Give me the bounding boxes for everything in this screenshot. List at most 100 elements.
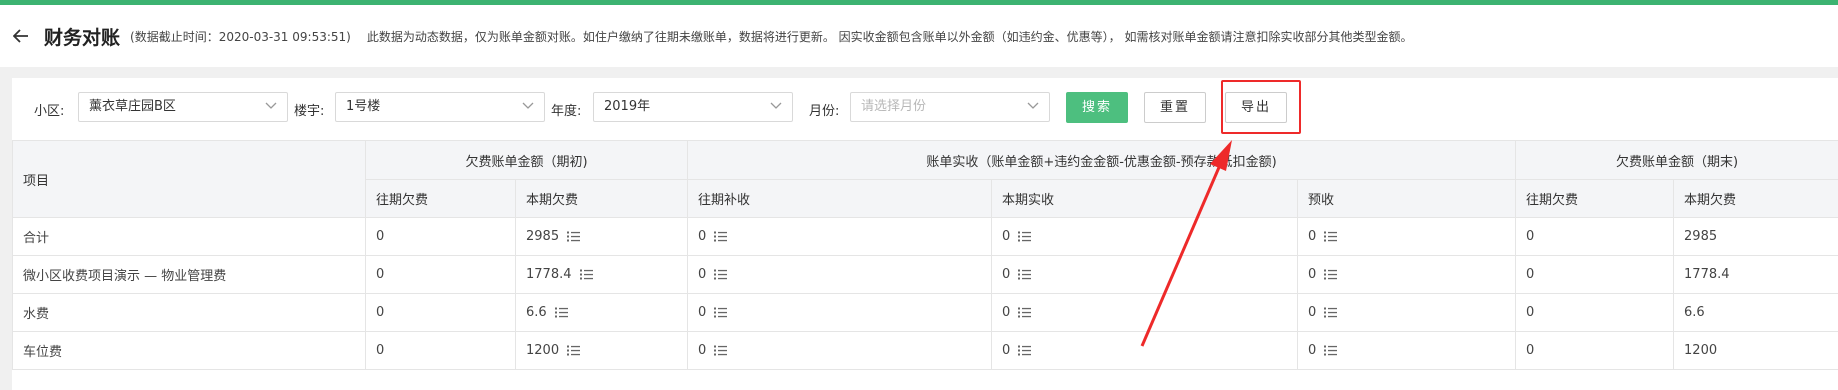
subheader-past-recovered: 往期补收 (687, 179, 993, 218)
row-value-cell: 2985 (514, 217, 689, 256)
row-value-cell: 1778.4 (1673, 255, 1838, 294)
list-icon[interactable] (567, 231, 581, 242)
list-icon[interactable] (714, 307, 728, 318)
list-icon[interactable] (1018, 269, 1032, 280)
row-value-cell: 0 (1515, 255, 1675, 294)
row-value: 1200 (1684, 343, 1718, 358)
row-value: 1778.4 (526, 267, 572, 282)
subheader-current-arrears: 本期欠费 (514, 179, 689, 218)
row-value: 0 (698, 343, 707, 358)
list-icon[interactable] (1324, 231, 1338, 242)
row-item-label: 水费 (23, 307, 50, 322)
year-label: 年度: (551, 104, 582, 119)
row-value-cell: 1200 (1673, 331, 1838, 370)
item-column-header: 项目 (12, 140, 366, 218)
reset-button[interactable]: 重置 (1144, 92, 1206, 123)
export-highlight-box (1221, 80, 1301, 134)
row-value: 0 (1002, 229, 1011, 244)
table-row: 微小区收费项目演示 — 物业管理费 0 1778.4 0 0 0 0 1778.4 (12, 255, 1838, 294)
row-value: 0 (698, 267, 707, 282)
community-label: 小区: (34, 104, 65, 119)
row-value-cell: 6.6 (1673, 293, 1838, 332)
row-value-cell: 2985 (1673, 217, 1838, 256)
group-header-closing-arrears: 欠费账单金额（期末) (1515, 140, 1838, 180)
row-value-cell: 0 (687, 217, 993, 256)
table-row: 合计 0 2985 0 0 0 0 2985 (12, 217, 1838, 256)
row-value: 0 (376, 267, 385, 282)
subheader-current-received: 本期实收 (991, 179, 1299, 218)
row-value-cell: 1200 (514, 331, 689, 370)
building-select[interactable]: 1号楼 (335, 92, 545, 122)
row-value: 6.6 (526, 305, 547, 320)
row-value: 0 (376, 229, 385, 244)
group-header-bill-received: 账单实收（账单金额+违约金金额-优惠金额-预存款抵扣金额) (687, 140, 1517, 180)
row-value-cell: 0 (991, 255, 1299, 294)
table-row: 水费 0 6.6 0 0 0 0 6.6 (12, 293, 1838, 332)
arrow-left-icon[interactable] (12, 27, 30, 45)
list-icon[interactable] (1018, 231, 1032, 242)
row-value-cell: 0 (1515, 217, 1675, 256)
list-icon[interactable] (1018, 345, 1032, 356)
row-value-cell: 0 (687, 293, 993, 332)
list-icon[interactable] (714, 231, 728, 242)
reconciliation-panel: 小区: 薰衣草庄园B区 楼宇: 1号楼 年度: 2019年 月份: 请选择月份 … (12, 78, 1838, 390)
table-row: 车位费 0 1200 0 0 0 0 1200 (12, 331, 1838, 370)
row-value: 0 (1308, 343, 1317, 358)
data-cutoff-time: (数据截止时间：2020-03-31 09:53:51) (130, 29, 351, 44)
row-value-cell: 1778.4 (514, 255, 689, 294)
row-value: 2985 (526, 229, 560, 244)
community-select-value: 薰衣草庄园B区 (89, 99, 176, 114)
row-item-cell: 车位费 (12, 331, 366, 370)
row-value: 0 (376, 343, 385, 358)
row-item-label: 合计 (23, 231, 50, 246)
row-value: 0 (1526, 343, 1535, 358)
reconciliation-table: 项目 欠费账单金额（期初) 账单实收（账单金额+违约金金额-优惠金额-预存款抵扣… (12, 140, 1838, 370)
list-icon[interactable] (1324, 345, 1338, 356)
year-select[interactable]: 2019年 (593, 92, 793, 122)
row-value-cell: 0 (365, 255, 516, 294)
chevron-down-icon (522, 102, 534, 109)
building-label: 楼宇: (294, 104, 325, 119)
page-header: 财务对账 (数据截止时间：2020-03-31 09:53:51) 此数据为动态… (0, 5, 1838, 67)
row-value-cell: 0 (1297, 217, 1517, 256)
row-value-cell: 0 (365, 331, 516, 370)
row-value: 0 (1308, 305, 1317, 320)
list-icon[interactable] (567, 345, 581, 356)
month-select[interactable]: 请选择月份 (850, 92, 1050, 122)
list-icon[interactable] (714, 345, 728, 356)
subheader-current-arrears-closing: 本期欠费 (1673, 179, 1838, 218)
list-icon[interactable] (714, 269, 728, 280)
chevron-down-icon (1027, 102, 1039, 109)
row-value: 0 (698, 305, 707, 320)
list-icon[interactable] (1324, 307, 1338, 318)
month-select-placeholder: 请选择月份 (861, 99, 927, 114)
row-item-cell: 合计 (12, 217, 366, 256)
row-value-cell: 0 (365, 217, 516, 256)
search-button[interactable]: 搜索 (1066, 92, 1128, 123)
community-select[interactable]: 薰衣草庄园B区 (78, 92, 288, 122)
row-value: 0 (1308, 267, 1317, 282)
list-icon[interactable] (1324, 269, 1338, 280)
year-select-value: 2019年 (604, 99, 651, 114)
row-value-cell: 0 (365, 293, 516, 332)
row-value-cell: 0 (687, 331, 993, 370)
row-value: 0 (1002, 305, 1011, 320)
list-icon[interactable] (1018, 307, 1032, 318)
row-value-cell: 0 (1297, 331, 1517, 370)
row-value: 0 (698, 229, 707, 244)
row-item-cell: 微小区收费项目演示 — 物业管理费 (12, 255, 366, 294)
row-value: 6.6 (1684, 305, 1705, 320)
data-notice: 此数据为动态数据，仅为账单金额对账。如住户缴纳了往期未缴账单，数据将进行更新。 … (366, 29, 1413, 44)
list-icon[interactable] (554, 307, 568, 318)
row-value: 2985 (1684, 229, 1718, 244)
row-value: 0 (1002, 267, 1011, 282)
list-icon[interactable] (579, 269, 593, 280)
row-item-cell: 水费 (12, 293, 366, 332)
row-value-cell: 0 (1515, 331, 1675, 370)
building-select-value: 1号楼 (346, 99, 381, 114)
month-label: 月份: (809, 104, 840, 119)
group-header-opening-arrears: 欠费账单金额（期初) (364, 140, 689, 180)
row-value-cell: 0 (1297, 293, 1517, 332)
row-value: 0 (1526, 305, 1535, 320)
row-value-cell: 0 (1515, 293, 1675, 332)
